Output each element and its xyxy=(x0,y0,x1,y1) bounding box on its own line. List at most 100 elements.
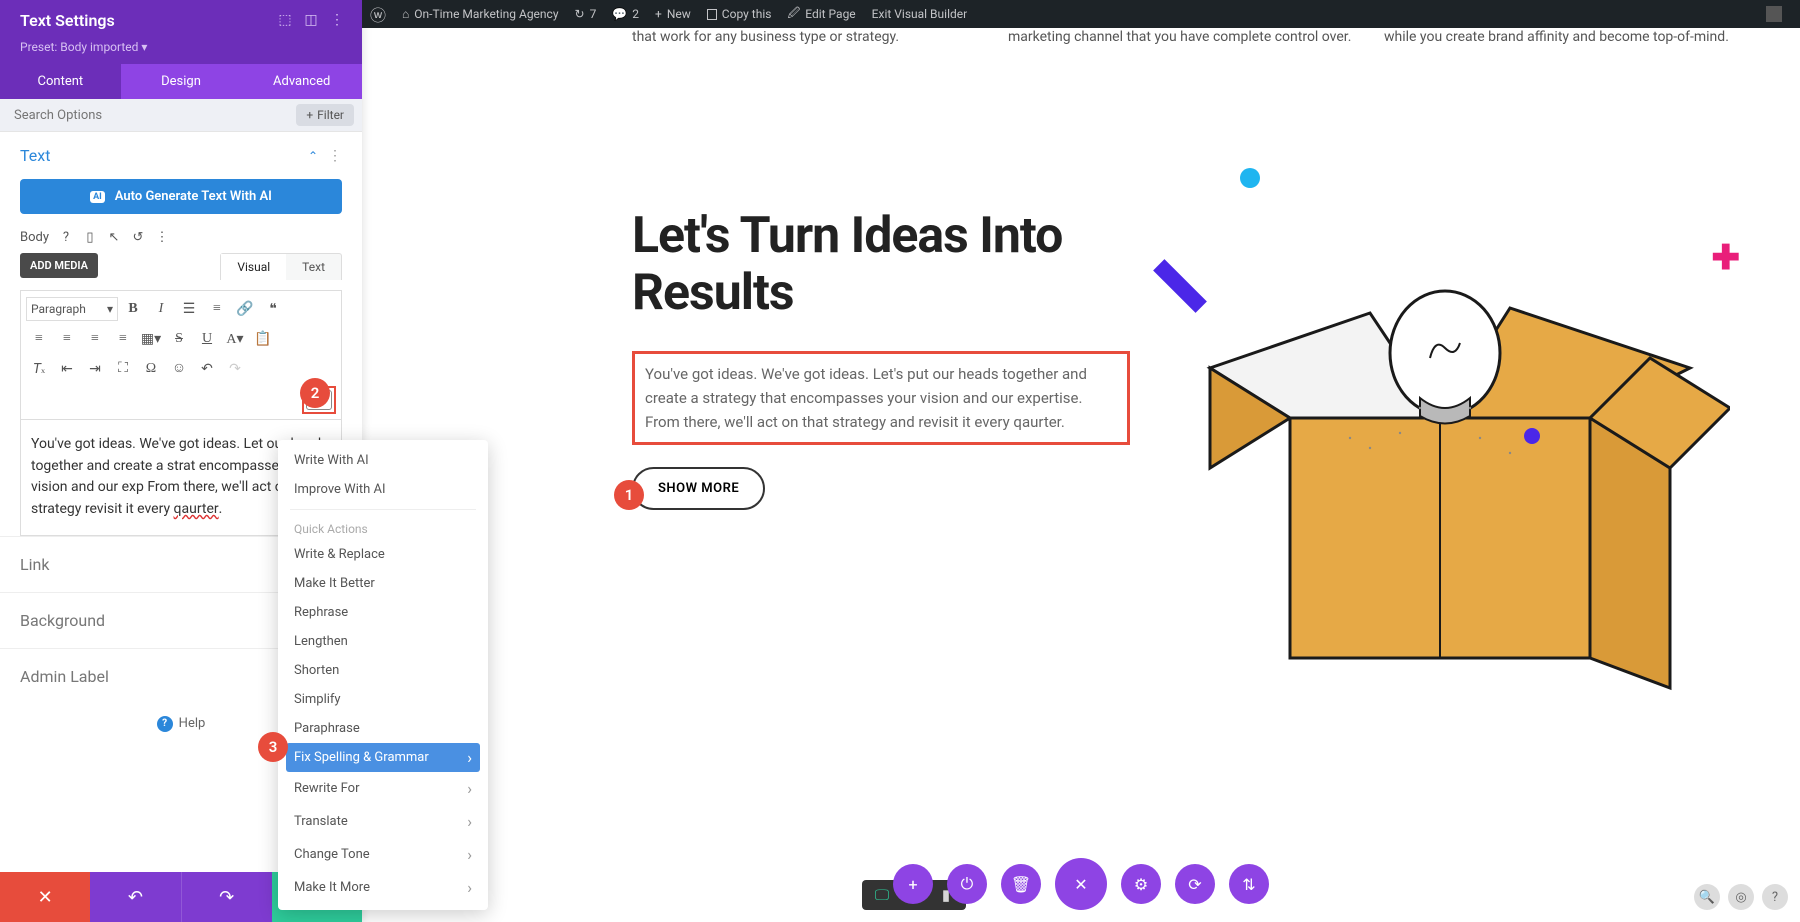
text-section-head[interactable]: Text ⌃ ⋮ xyxy=(0,132,362,175)
strike-button[interactable]: S xyxy=(166,326,192,352)
redo-changes-button[interactable]: ↷ xyxy=(181,872,272,922)
indent-button[interactable]: ⇥ xyxy=(82,356,108,382)
ai-change-tone[interactable]: Change Tone xyxy=(278,838,488,871)
align-justify-button[interactable]: ≡ xyxy=(110,326,136,352)
table-button[interactable]: ▦▾ xyxy=(138,326,164,352)
more-menu-icon[interactable]: ⋮ xyxy=(324,7,350,33)
text-color-button[interactable]: A▾ xyxy=(222,326,248,352)
user-account[interactable] xyxy=(1758,6,1790,22)
exit-visual-builder[interactable]: Exit Visual Builder xyxy=(864,7,976,21)
comment-icon: 💬 xyxy=(612,7,627,21)
reset-icon[interactable]: ↺ xyxy=(131,231,145,245)
redo-button[interactable]: ↷ xyxy=(222,356,248,382)
layers-icon[interactable]: ◎ xyxy=(1728,884,1754,910)
ai-shorten[interactable]: Shorten xyxy=(278,656,488,685)
search-row: +Filter xyxy=(0,99,362,132)
refresh-icon: ↻ xyxy=(575,7,585,21)
add-media-button[interactable]: ADD MEDIA xyxy=(20,253,98,278)
power-button[interactable]: ⏻ xyxy=(947,864,987,904)
spelling-error: qaurter xyxy=(174,501,219,517)
ai-make-better[interactable]: Make It Better xyxy=(278,569,488,598)
ai-rephrase[interactable]: Rephrase xyxy=(278,598,488,627)
delete-button[interactable]: 🗑 xyxy=(1001,864,1041,904)
copy-label: Copy this xyxy=(722,7,772,21)
open-box-illustration xyxy=(1170,208,1730,708)
settings-gear-button[interactable]: ⚙ xyxy=(1121,864,1161,904)
align-center-button[interactable]: ≡ xyxy=(54,326,80,352)
history-button[interactable]: ⟳ xyxy=(1175,864,1215,904)
new-label: New xyxy=(667,7,691,21)
ai-translate[interactable]: Translate xyxy=(278,805,488,838)
new-content-link[interactable]: +New xyxy=(647,7,699,21)
ai-improve[interactable]: Improve With AI xyxy=(278,475,488,504)
number-list-button[interactable]: ≡ xyxy=(204,296,230,322)
updates-link[interactable]: ↻7 xyxy=(567,7,605,21)
ai-write[interactable]: Write With AI xyxy=(278,446,488,475)
tab-design[interactable]: Design xyxy=(121,64,242,99)
builder-toolbar: + ⏻ 🗑 ✕ ⚙ ⟳ ⇅ xyxy=(893,858,1269,910)
desktop-view-button[interactable]: 🖵 xyxy=(872,886,892,904)
paragraph-select[interactable]: Paragraph▾ xyxy=(26,297,118,321)
special-char-button[interactable]: Ω xyxy=(138,356,164,382)
fullscreen-button[interactable]: ⛶ xyxy=(110,356,136,382)
help-label: Help xyxy=(179,716,206,731)
bullet-list-button[interactable]: ☰ xyxy=(176,296,202,322)
hover-icon[interactable]: ↖ xyxy=(107,231,121,245)
tab-visual[interactable]: Visual xyxy=(221,254,286,281)
comments-link[interactable]: 💬2 xyxy=(604,7,647,21)
close-builder-button[interactable]: ✕ xyxy=(1055,858,1107,910)
wp-logo[interactable]: ⓦ xyxy=(362,2,394,26)
tab-advanced[interactable]: Advanced xyxy=(241,64,362,99)
mobile-icon[interactable]: ▯ xyxy=(83,231,97,245)
tab-content[interactable]: Content xyxy=(0,64,121,99)
align-left-button[interactable]: ≡ xyxy=(26,326,52,352)
wp-admin-bar: ⓦ ⌂On-Time Marketing Agency ↻7 💬2 +New C… xyxy=(362,0,1800,28)
ai-generate-button[interactable]: AI Auto Generate Text With AI xyxy=(20,179,342,214)
add-module-button[interactable]: + xyxy=(893,864,933,904)
copy-this-link[interactable]: Copy this xyxy=(699,7,780,21)
ai-write-replace[interactable]: Write & Replace xyxy=(278,540,488,569)
ai-lengthen[interactable]: Lengthen xyxy=(278,627,488,656)
decor-dot-blue xyxy=(1240,168,1260,188)
annotation-marker-2: 2 xyxy=(300,378,330,408)
link-button[interactable]: 🔗 xyxy=(232,296,258,322)
site-name-link[interactable]: ⌂On-Time Marketing Agency xyxy=(394,7,567,21)
search-input[interactable] xyxy=(0,99,296,131)
edit-page-link[interactable]: Edit Page xyxy=(779,4,863,25)
more-icon[interactable]: ⋮ xyxy=(155,231,169,245)
align-right-button[interactable]: ≡ xyxy=(82,326,108,352)
quote-button[interactable]: ❝ xyxy=(260,296,286,322)
expand-icon[interactable]: ◫ xyxy=(298,7,324,33)
ai-rewrite-for[interactable]: Rewrite For xyxy=(278,772,488,805)
help-corner-icon[interactable]: ? xyxy=(1762,884,1788,910)
chevron-up-icon: ⌃ xyxy=(308,149,318,163)
feature-card: marketing channel that you have complete… xyxy=(1008,28,1354,48)
clear-format-button[interactable]: Tₓ xyxy=(26,356,52,382)
swap-button[interactable]: ⇅ xyxy=(1229,864,1269,904)
cancel-button[interactable]: ✕ xyxy=(0,872,90,922)
comments-count: 2 xyxy=(632,7,639,21)
drag-handle-icon[interactable]: ⬚ xyxy=(272,7,298,33)
hero-body-text[interactable]: You've got ideas. We've got ideas. Let's… xyxy=(645,362,1117,434)
section-more-icon[interactable]: ⋮ xyxy=(318,151,342,161)
undo-button[interactable]: ↶ xyxy=(194,356,220,382)
ai-paraphrase[interactable]: Paraphrase xyxy=(278,714,488,743)
search-page-icon[interactable]: 🔍 xyxy=(1694,884,1720,910)
underline-button[interactable]: U xyxy=(194,326,220,352)
user-avatar xyxy=(1766,6,1782,22)
ai-simplify[interactable]: Simplify xyxy=(278,685,488,714)
tab-text-mode[interactable]: Text xyxy=(286,254,341,280)
ai-make-more[interactable]: Make It More xyxy=(278,871,488,904)
bold-button[interactable]: B xyxy=(120,296,146,322)
outdent-button[interactable]: ⇤ xyxy=(54,356,80,382)
undo-changes-button[interactable]: ↶ xyxy=(90,872,180,922)
feature-card: while you create brand affinity and beco… xyxy=(1384,28,1730,48)
show-more-button[interactable]: SHOW MORE xyxy=(632,467,765,510)
help-icon[interactable]: ? xyxy=(59,231,73,245)
italic-button[interactable]: I xyxy=(148,296,174,322)
ai-fix-spelling[interactable]: Fix Spelling & Grammar xyxy=(286,743,480,772)
preset-selector[interactable]: Preset: Body imported ▾ xyxy=(0,40,362,64)
filter-button[interactable]: +Filter xyxy=(296,104,354,126)
emoji-button[interactable]: ☺ xyxy=(166,356,192,382)
paste-button[interactable]: 📋 xyxy=(250,326,276,352)
